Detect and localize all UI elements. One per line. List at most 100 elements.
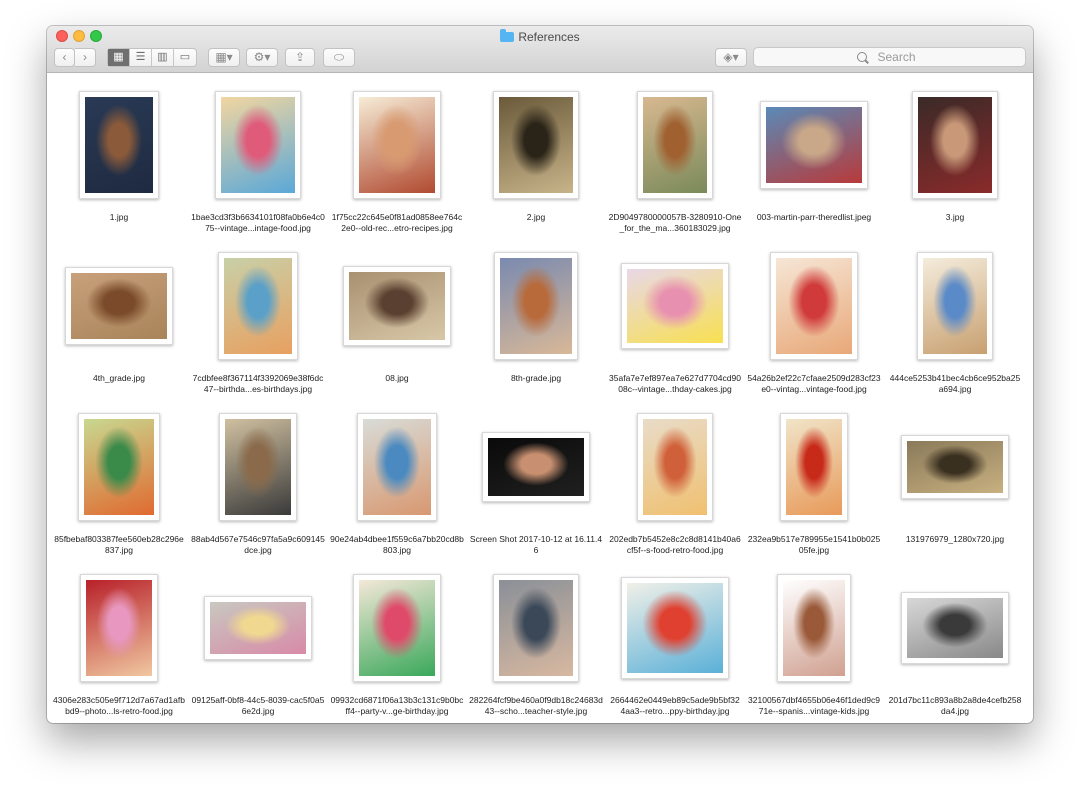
back-button[interactable]: ‹ xyxy=(54,48,75,67)
file-item[interactable]: 202edb7b5452e8c2c8d8141b40a6cf5f--s-food… xyxy=(606,408,744,556)
file-item[interactable]: 1bae3cd3f3b6634101f08fa0b6e4c075--vintag… xyxy=(189,86,327,234)
file-grid: 1.jpg 1bae3cd3f3b6634101f08fa0b6e4c075--v… xyxy=(47,73,1033,723)
file-thumbnail[interactable] xyxy=(917,252,993,360)
tag-icon: ⬭ xyxy=(333,50,345,64)
file-thumbnail[interactable] xyxy=(770,252,858,360)
file-item[interactable]: 8th-grade.jpg xyxy=(467,247,605,384)
file-item[interactable]: 1.jpg xyxy=(50,86,188,223)
file-name-label: 09932cd6871f06a13b3c131c9b0bcff4--party-… xyxy=(330,695,464,716)
file-item[interactable]: 444ce5253b41bec4cb6ce952ba25a694.jpg xyxy=(886,247,1024,395)
file-item[interactable]: 2664462e0449eb89c5ade9b5bf324aa3--retro.… xyxy=(606,569,744,717)
file-thumbnail-area xyxy=(467,569,605,695)
file-item[interactable]: 85fbebaf803387fee560eb28c296e837.jpg xyxy=(50,408,188,556)
file-thumbnail[interactable] xyxy=(760,101,868,189)
file-item[interactable]: 131976979_1280x720.jpg xyxy=(886,408,1024,545)
file-item[interactable]: 003-martin-parr-theredlist.jpeg xyxy=(745,86,883,223)
file-thumbnail[interactable] xyxy=(343,266,451,346)
file-thumbnail[interactable] xyxy=(912,91,998,199)
file-item[interactable]: 09125aff-0bf8-44c5-8039-cac5f0a56e2d.jpg xyxy=(189,569,327,717)
file-thumbnail[interactable] xyxy=(493,91,579,199)
search-input[interactable] xyxy=(754,48,1025,66)
file-thumbnail[interactable] xyxy=(901,592,1009,664)
gear-icon: ⚙▾ xyxy=(253,50,271,64)
file-item[interactable]: 54a26b2ef22c7cfaae2509d283cf23e0--vintag… xyxy=(745,247,883,395)
file-thumbnail-area xyxy=(50,569,188,695)
file-name-label: 131976979_1280x720.jpg xyxy=(905,534,1005,544)
file-item[interactable]: 88ab4d567e7546c97fa5a9c609145dce.jpg xyxy=(189,408,327,556)
file-item[interactable]: 90e24ab4dbee1f559c6a7bb20cd8b803.jpg xyxy=(328,408,466,556)
file-thumbnail-area xyxy=(745,247,883,373)
column-view-icon[interactable]: ▥ xyxy=(152,49,174,66)
file-thumbnail[interactable] xyxy=(78,413,160,521)
file-thumbnail[interactable] xyxy=(353,574,441,682)
file-name-label: 7cdbfee8f367114f3392069e38f6dc47--birthd… xyxy=(192,373,324,394)
tags-button[interactable]: ⬭ xyxy=(323,48,355,67)
file-name-label: 444ce5253b41bec4cb6ce952ba25a694.jpg xyxy=(889,373,1021,394)
file-thumbnail[interactable] xyxy=(621,263,729,349)
file-item[interactable]: 2.jpg xyxy=(467,86,605,223)
file-thumbnail[interactable] xyxy=(901,435,1009,499)
thumbnail-image xyxy=(499,580,573,676)
file-thumbnail-area xyxy=(50,247,188,373)
file-thumbnail[interactable] xyxy=(493,574,579,682)
file-name-label: 09125aff-0bf8-44c5-8039-cac5f0a56e2d.jpg xyxy=(191,695,325,716)
file-thumbnail[interactable] xyxy=(482,432,590,502)
forward-button[interactable]: › xyxy=(75,48,96,67)
file-thumbnail-area xyxy=(745,569,883,695)
file-thumbnail[interactable] xyxy=(357,413,437,521)
file-item[interactable]: 1f75cc22c645e0f81ad0858ee764c2e0--old-re… xyxy=(328,86,466,234)
file-thumbnail[interactable] xyxy=(215,91,301,199)
file-item[interactable]: 201d7bc11c893a8b2a8de4cefb258da4.jpg xyxy=(886,569,1024,717)
file-name-label: 1f75cc22c645e0f81ad0858ee764c2e0--old-re… xyxy=(331,212,463,233)
file-thumbnail-area xyxy=(886,86,1024,212)
file-item[interactable]: 32100567dbf4655b06e46f1ded9c971e--spanis… xyxy=(745,569,883,717)
file-thumbnail[interactable] xyxy=(494,252,578,360)
arrange-button[interactable]: ▦▾ xyxy=(208,48,240,67)
file-thumbnail[interactable] xyxy=(79,91,159,199)
file-thumbnail[interactable] xyxy=(637,91,713,199)
file-item[interactable]: 08.jpg xyxy=(328,247,466,384)
icon-view-icon[interactable]: ▦ xyxy=(108,49,130,66)
file-thumbnail[interactable] xyxy=(777,574,851,682)
file-thumbnail[interactable] xyxy=(204,596,312,660)
file-item[interactable]: 09932cd6871f06a13b3c131c9b0bcff4--party-… xyxy=(328,569,466,717)
file-thumbnail[interactable] xyxy=(637,413,713,521)
back-chevron-icon: ‹ xyxy=(62,50,67,64)
thumbnail-image xyxy=(907,598,1003,658)
share-icon: ⇪ xyxy=(294,50,306,64)
thumbnail-image xyxy=(359,580,435,676)
file-item[interactable]: 4th_grade.jpg xyxy=(50,247,188,384)
file-item[interactable]: Screen Shot 2017-10-12 at 16.11.46 xyxy=(467,408,605,556)
finder-window: References ‹ › ▦ ☰ ▥ ▭ ▦▾ ⚙▾ ⇪ ⬭ ◈▾ 1.jp… xyxy=(47,26,1033,723)
file-name-label: 232ea9b517e789955e1541b0b02505fe.jpg xyxy=(747,534,881,555)
file-thumbnail[interactable] xyxy=(780,413,848,521)
file-thumbnail[interactable] xyxy=(353,91,441,199)
file-name-label: 54a26b2ef22c7cfaae2509d283cf23e0--vintag… xyxy=(747,373,881,394)
file-name-label: 8th-grade.jpg xyxy=(510,373,562,383)
dropbox-icon: ◈▾ xyxy=(723,50,739,64)
toolbar: References ‹ › ▦ ☰ ▥ ▭ ▦▾ ⚙▾ ⇪ ⬭ ◈▾ xyxy=(47,26,1033,73)
file-item[interactable]: 7cdbfee8f367114f3392069e38f6dc47--birthd… xyxy=(189,247,327,395)
search-field[interactable] xyxy=(753,47,1026,67)
file-item[interactable]: 282264fcf9be460a0f9db18c24683d43--scho..… xyxy=(467,569,605,717)
file-thumbnail-area xyxy=(886,247,1024,373)
action-button[interactable]: ⚙▾ xyxy=(246,48,278,67)
file-thumbnail[interactable] xyxy=(65,267,173,345)
dropbox-button[interactable]: ◈▾ xyxy=(715,48,747,67)
file-item[interactable]: 35afa7e7ef897ea7e627d7704cd9008c--vintag… xyxy=(606,247,744,395)
file-item[interactable]: 3.jpg xyxy=(886,86,1024,223)
file-thumbnail[interactable] xyxy=(219,413,297,521)
file-thumbnail-area xyxy=(189,569,327,695)
file-item[interactable]: 2D9049780000057B-3280910-One_for_the_ma.… xyxy=(606,86,744,234)
list-view-icon[interactable]: ☰ xyxy=(130,49,152,66)
coverflow-view-icon[interactable]: ▭ xyxy=(174,49,196,66)
file-item[interactable]: 232ea9b517e789955e1541b0b02505fe.jpg xyxy=(745,408,883,556)
file-thumbnail-area xyxy=(467,247,605,373)
file-thumbnail[interactable] xyxy=(218,252,298,360)
file-thumbnail[interactable] xyxy=(80,574,158,682)
thumbnail-image xyxy=(643,97,707,193)
file-thumbnail-area xyxy=(606,569,744,695)
file-item[interactable]: 4306e283c505e9f712d7a67ad1afbbd9--photo.… xyxy=(50,569,188,717)
file-thumbnail[interactable] xyxy=(621,577,729,679)
share-button[interactable]: ⇪ xyxy=(285,48,315,67)
